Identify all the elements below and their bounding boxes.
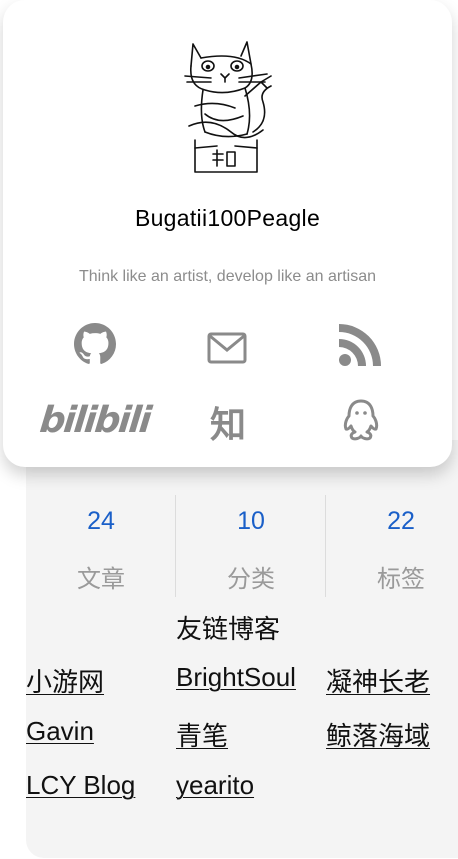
friend-links-title: 友链博客	[176, 614, 281, 644]
profile-card: Bugatii100Peagle Think like an artist, d…	[3, 0, 452, 467]
stat-categories-count: 10	[237, 507, 265, 535]
stat-tags-label: 标签	[377, 566, 425, 593]
bilibili-logo-text: bilibili	[38, 399, 152, 441]
mail-icon[interactable]	[205, 328, 249, 368]
avatar[interactable]	[175, 36, 285, 176]
stat-tags[interactable]: 22 标签	[325, 495, 458, 597]
friend-link[interactable]: LCY Blog	[26, 770, 135, 801]
friend-link[interactable]: yearito	[176, 770, 254, 801]
author-name: Bugatii100Peagle	[134, 205, 321, 231]
qq-icon[interactable]	[339, 396, 383, 444]
bilibili-icon[interactable]: bilibili	[38, 396, 152, 444]
zhihu-logo-text: 知	[209, 405, 246, 446]
stat-posts-label: 文章	[77, 566, 125, 593]
zhihu-icon[interactable]: 知	[205, 398, 251, 446]
stat-posts[interactable]: 24 文章	[26, 495, 176, 597]
stat-tags-count: 22	[387, 507, 415, 535]
friend-link[interactable]: 小游网	[26, 662, 104, 699]
stat-posts-count: 24	[87, 507, 115, 535]
friend-link[interactable]: 鲸落海域	[326, 716, 430, 753]
rss-icon[interactable]	[337, 322, 385, 368]
stat-categories-label: 分类	[227, 566, 275, 593]
github-icon[interactable]	[73, 322, 117, 366]
stat-categories[interactable]: 10 分类	[175, 495, 326, 597]
friend-link[interactable]: Gavin	[26, 716, 94, 747]
friend-link[interactable]: 凝神长老	[326, 662, 430, 699]
author-motto: Think like an artist, develop like an ar…	[78, 268, 377, 285]
friend-link[interactable]: BrightSoul	[176, 662, 296, 693]
friend-link[interactable]: 青笔	[176, 716, 228, 753]
